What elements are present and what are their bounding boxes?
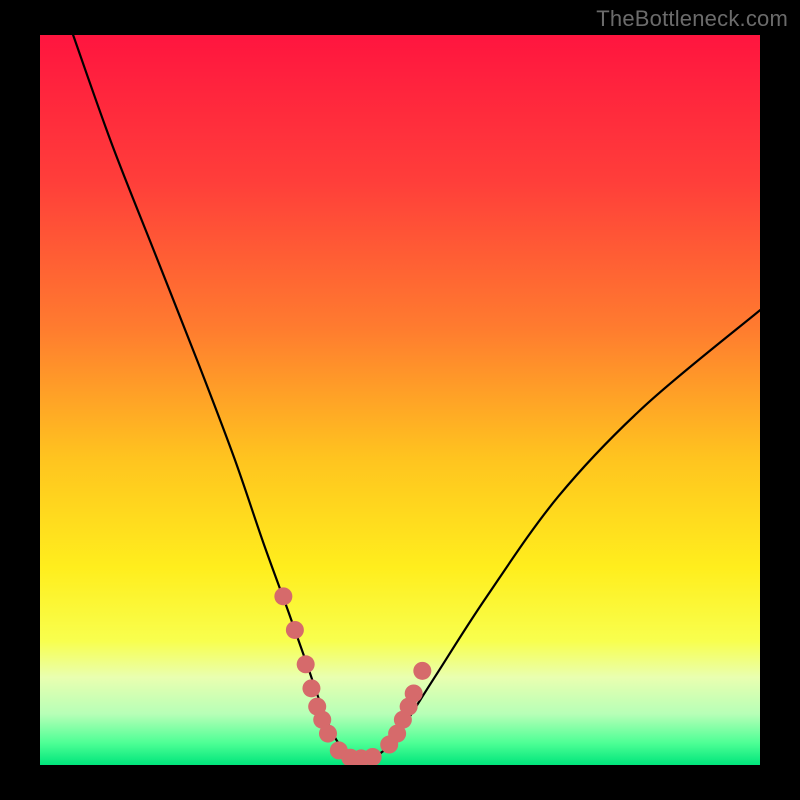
marker-dot bbox=[297, 655, 315, 673]
chart-stage: TheBottleneck.com bbox=[0, 0, 800, 800]
marker-dot bbox=[286, 621, 304, 639]
marker-dot bbox=[274, 587, 292, 605]
bottleneck-chart bbox=[0, 0, 800, 800]
marker-dot bbox=[319, 725, 337, 743]
marker-dot bbox=[364, 748, 382, 766]
marker-dot bbox=[413, 662, 431, 680]
marker-dot bbox=[405, 684, 423, 702]
watermark-text: TheBottleneck.com bbox=[596, 6, 788, 32]
marker-dot bbox=[302, 679, 320, 697]
